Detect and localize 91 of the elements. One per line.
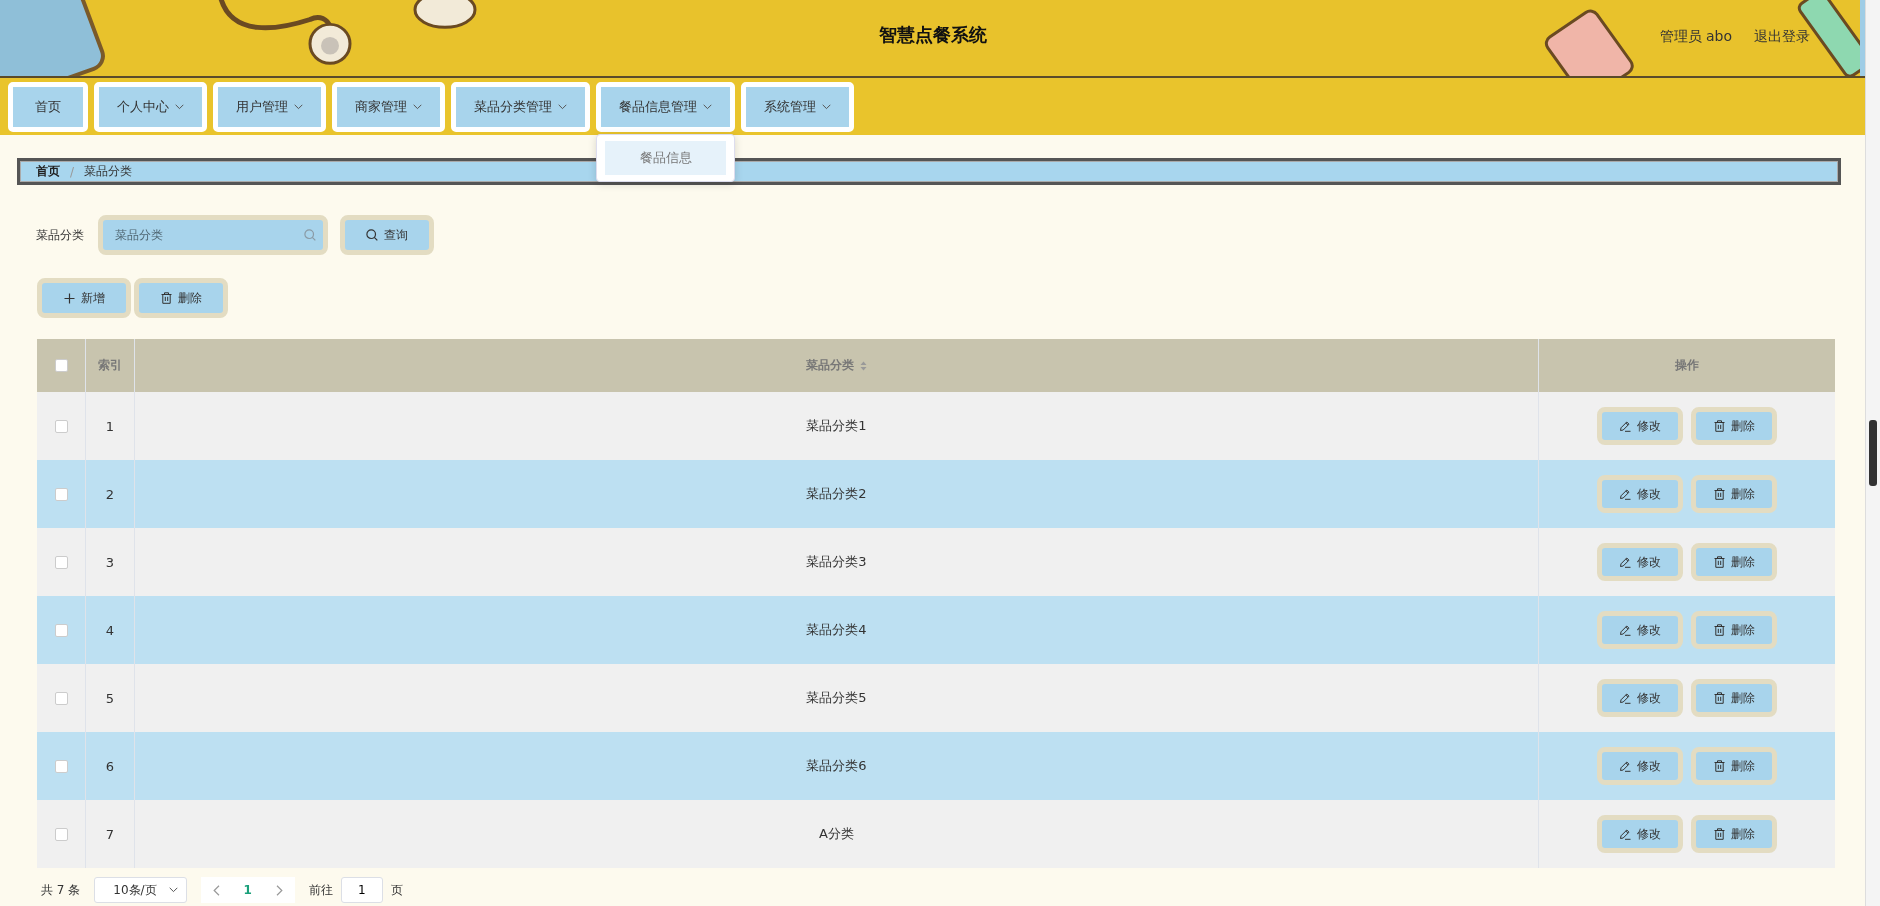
pencil-icon — [1619, 556, 1631, 568]
delete-button[interactable]: 删除 — [1691, 611, 1777, 649]
edit-button[interactable]: 修改 — [1597, 679, 1683, 717]
edit-button[interactable]: 修改 — [1597, 475, 1683, 513]
trash-icon — [1713, 760, 1725, 772]
scrollbar[interactable] — [1865, 0, 1880, 906]
delete-button[interactable]: 删除 — [134, 278, 228, 318]
checkbox[interactable] — [54, 691, 68, 705]
table-cell: 2 — [105, 486, 115, 502]
goto-label: 前往 — [308, 881, 333, 899]
page-input[interactable]: 1 — [340, 877, 383, 903]
table-cell: 7 — [105, 826, 115, 842]
pencil-icon — [1619, 624, 1631, 636]
column-header: 索引 — [98, 357, 122, 374]
edit-button[interactable]: 修改 — [1597, 815, 1683, 853]
search-field[interactable]: 菜品分类 — [98, 215, 328, 255]
trash-icon — [1713, 556, 1725, 568]
chevron-down-icon — [294, 103, 303, 110]
edit-button[interactable]: 修改 — [1597, 407, 1683, 445]
chevron-down-icon — [822, 103, 831, 110]
table-cell: A分类 — [819, 825, 854, 843]
trash-icon — [1713, 420, 1725, 432]
edit-button[interactable]: 修改 — [1597, 543, 1683, 581]
table-cell: 1 — [105, 418, 115, 434]
column-header: 菜品分类 — [806, 357, 854, 374]
pencil-icon — [1619, 420, 1631, 432]
chevron-down-icon — [703, 103, 712, 110]
nav-menu-item[interactable]: 系统管理 — [741, 81, 854, 132]
page-size-select[interactable]: 10条/页 — [94, 877, 187, 903]
nav-menu-item[interactable]: 用户管理 — [213, 81, 326, 132]
add-button[interactable]: 新增 — [37, 278, 131, 318]
delete-button[interactable]: 删除 — [1691, 543, 1777, 581]
checkbox[interactable] — [54, 419, 68, 433]
total-count: 共 7 条 — [41, 881, 81, 899]
search-label: 菜品分类 — [36, 226, 84, 244]
breadcrumb-link[interactable]: 首页 — [36, 163, 60, 180]
table-cell: 菜品分类4 — [806, 621, 867, 639]
breadcrumb-separator: / — [70, 164, 75, 179]
edit-button[interactable]: 修改 — [1597, 747, 1683, 785]
delete-button[interactable]: 删除 — [1691, 475, 1777, 513]
scrollbar-thumb[interactable] — [1869, 420, 1877, 486]
trash-icon — [1713, 488, 1725, 500]
column-header: 操作 — [1675, 357, 1699, 374]
trash-icon — [1713, 624, 1725, 636]
table-cell: 菜品分类5 — [806, 689, 867, 707]
logout-link[interactable]: 退出登录 — [1754, 28, 1810, 46]
table-cell: 6 — [105, 758, 115, 774]
prev-page-icon — [212, 884, 220, 896]
pencil-icon — [1619, 828, 1631, 840]
chevron-down-icon — [413, 103, 422, 110]
delete-button[interactable]: 删除 — [1691, 815, 1777, 853]
checkbox[interactable] — [54, 555, 68, 569]
dropdown-item[interactable]: 餐品信息 — [605, 140, 726, 175]
edit-button[interactable]: 修改 — [1597, 611, 1683, 649]
chevron-down-icon — [175, 103, 184, 110]
pencil-icon — [1619, 488, 1631, 500]
delete-button[interactable]: 删除 — [1691, 747, 1777, 785]
plus-icon — [63, 292, 75, 304]
table-cell: 菜品分类3 — [806, 553, 867, 571]
nav-menu-item[interactable]: 菜品分类管理 — [451, 81, 590, 132]
delete-button[interactable]: 删除 — [1691, 407, 1777, 445]
nav-menu-item[interactable]: 个人中心 — [94, 81, 207, 132]
checkbox[interactable] — [54, 359, 68, 372]
chevron-down-icon — [168, 887, 178, 893]
checkbox[interactable] — [54, 827, 68, 841]
delete-button[interactable]: 删除 — [1691, 679, 1777, 717]
table-cell: 菜品分类6 — [806, 757, 867, 775]
checkbox[interactable] — [54, 487, 68, 501]
page-suffix: 页 — [390, 881, 403, 899]
user-name: 管理员 abo — [1659, 28, 1732, 46]
trash-icon — [1713, 828, 1725, 840]
next-page-icon — [275, 884, 283, 896]
pencil-icon — [1619, 692, 1631, 704]
search-icon — [366, 229, 378, 241]
app-title: 智慧点餐系统 — [879, 23, 987, 47]
table-cell: 菜品分类2 — [806, 485, 867, 503]
table-cell: 5 — [105, 690, 115, 706]
trash-icon — [160, 292, 172, 304]
trash-icon — [1713, 692, 1725, 704]
nav-menu-item[interactable]: 商家管理 — [332, 81, 445, 132]
search-button[interactable]: 查询 — [340, 215, 434, 255]
checkbox[interactable] — [54, 623, 68, 637]
nav-menu-item[interactable]: 餐品信息管理 — [596, 81, 735, 132]
pencil-icon — [1619, 760, 1631, 772]
checkbox[interactable] — [54, 759, 68, 773]
search-icon — [304, 229, 316, 241]
chevron-down-icon — [558, 103, 567, 110]
table-cell: 菜品分类1 — [806, 417, 867, 435]
table-cell: 3 — [105, 554, 115, 570]
nav-menu-item[interactable]: 首页 — [8, 81, 88, 132]
table-cell: 4 — [105, 622, 115, 638]
